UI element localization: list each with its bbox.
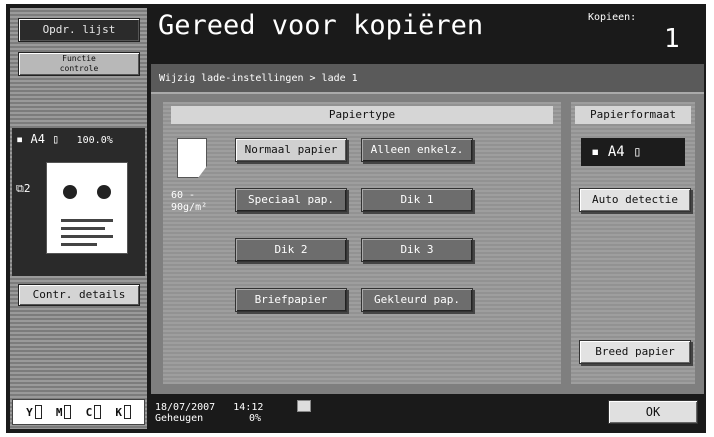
memory-icon [297, 400, 311, 412]
auto-detect-button[interactable]: Auto detectie [579, 188, 691, 212]
copies-label: Kopieen: [588, 12, 637, 23]
wide-paper-button[interactable]: Breed papier [579, 340, 691, 364]
tray-indicator: ⧉2 [16, 182, 30, 196]
paper-type-thick1-button[interactable]: Dik 1 [361, 188, 473, 212]
paper-type-colored-button[interactable]: Gekleurd pap. [361, 288, 473, 312]
main-panel: Wijzig lade-instellingen > lade 1 Papier… [151, 64, 704, 394]
ok-button[interactable]: OK [608, 400, 698, 424]
copies-value: 1 [664, 24, 680, 54]
toner-c-bar [94, 405, 102, 419]
paper-weight: 60 - 90g/m² [171, 190, 208, 213]
paper-type-single-sided-button[interactable]: Alleen enkelz. [361, 138, 473, 162]
toner-m-label: M [55, 405, 63, 419]
check-details-button[interactable]: Contr. details [18, 284, 140, 306]
page-title: Gereed voor kopiëren [158, 10, 484, 41]
preview-line [61, 219, 113, 222]
paper-format-heading: Papierformaat [575, 106, 691, 124]
footer-bar: 18/07/2007 14:12 Geheugen 0% OK [151, 396, 704, 429]
bullet-icon: ▪ [16, 132, 24, 146]
time: 14:12 [233, 402, 264, 413]
toner-k-label: K [115, 405, 122, 419]
paper-sheet-icon [177, 138, 207, 178]
status-row: ▪ A4 ▯ 100.0% [16, 132, 113, 146]
tray-number: 2 [23, 182, 31, 195]
paper-type-normal-button[interactable]: Normaal papier [235, 138, 347, 162]
memory-value: 0% [249, 413, 262, 424]
toner-k: K [115, 405, 131, 419]
paper-type-special-button[interactable]: Speciaal pap. [235, 188, 347, 212]
toner-k-bar [123, 405, 131, 419]
paper-format-display: ▪ A4 ▯ [581, 138, 685, 166]
paper-type-thick3-button[interactable]: Dik 3 [361, 238, 473, 262]
toner-c-label: C [85, 405, 93, 419]
paper-status: A4 [30, 132, 45, 146]
toner-m: M [56, 405, 72, 419]
toner-y-bar [34, 405, 42, 419]
paper-type-letterhead-button[interactable]: Briefpapier [235, 288, 347, 312]
orientation-icon: ▯ [633, 144, 642, 160]
preview-line [61, 227, 105, 230]
breadcrumb-text: Wijzig lade-instellingen > lade 1 [159, 73, 358, 84]
paper-type-heading: Papiertype [171, 106, 553, 124]
preview-line [61, 243, 97, 246]
date-time: 18/07/2007 14:12 Geheugen [155, 402, 263, 424]
paper-type-thick2-button[interactable]: Dik 2 [235, 238, 347, 262]
bullet-icon: ▪ [591, 144, 600, 160]
paper-format-value: A4 [607, 144, 625, 160]
preview-icon [46, 162, 128, 254]
left-panel: Opdr. lijst Functie controle ▪ A4 ▯ 100.… [10, 8, 147, 429]
toner-y: Y [26, 405, 42, 419]
job-list-button[interactable]: Opdr. lijst [18, 18, 140, 42]
status-box: ▪ A4 ▯ 100.0% ⧉2 [12, 128, 145, 276]
zoom-value: 100.0% [76, 135, 113, 146]
preview-line [61, 235, 113, 238]
check-function-button[interactable]: Functie controle [18, 52, 140, 76]
toner-indicator: Y M C K [12, 399, 145, 425]
breadcrumb: Wijzig lade-instellingen > lade 1 [151, 64, 704, 94]
date: 18/07/2007 [155, 402, 216, 413]
toner-m-bar [64, 405, 72, 419]
tray-icon: ⧉ [16, 182, 24, 195]
orientation-icon: ▯ [52, 132, 60, 146]
toner-c: C [86, 405, 102, 419]
toner-y-label: Y [26, 405, 33, 419]
paper-format-section: Papierformaat ▪ A4 ▯ Auto detectie Breed… [571, 102, 695, 384]
memory-label: Geheugen [155, 413, 204, 424]
preview-dot-right [97, 185, 111, 199]
paper-type-section: Papiertype 60 - 90g/m² Normaal papier Al… [163, 102, 561, 384]
preview-dot-left [63, 185, 77, 199]
